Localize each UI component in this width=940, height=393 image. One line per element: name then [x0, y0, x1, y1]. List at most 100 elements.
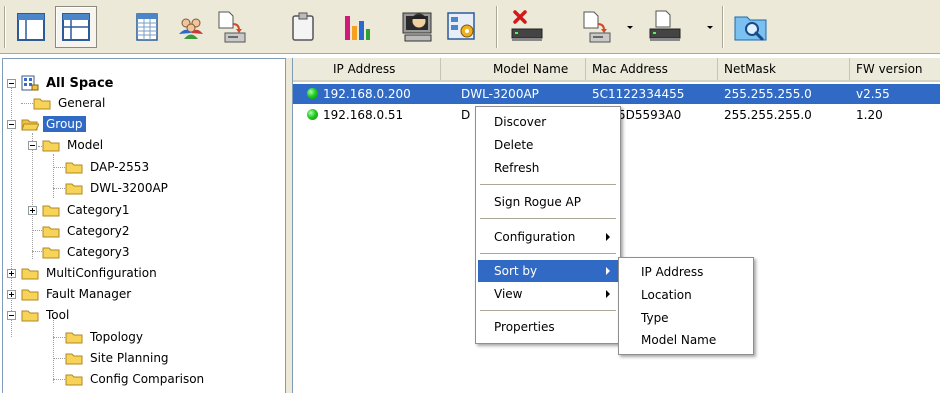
column-header-fw-version[interactable]: FW version — [850, 58, 940, 80]
tree-expand-toggle[interactable] — [7, 290, 16, 299]
menu-item-label: Type — [641, 311, 669, 325]
tree-guide-line — [32, 133, 33, 259]
tree-node-dwl-3200ap[interactable]: DWL-3200AP — [65, 178, 171, 198]
folder-icon — [65, 160, 83, 174]
tree-node-label: General — [58, 96, 106, 110]
column-header-model-name[interactable]: Model Name — [441, 58, 586, 80]
status-online-icon — [307, 88, 318, 99]
tree-node-group[interactable]: Group — [21, 114, 86, 134]
tree-node-category3[interactable]: Category3 — [42, 242, 132, 262]
tree-pane[interactable]: All Space General Group Model DAP-2553 D… — [2, 58, 286, 393]
fw-version-cell: 1.20 — [856, 108, 883, 122]
menu-item-label: Configuration — [494, 230, 576, 244]
folder-icon — [42, 138, 60, 152]
open-folder-icon — [21, 117, 40, 131]
tree-collapse-toggle[interactable] — [7, 79, 16, 88]
bar-chart-button[interactable] — [336, 6, 378, 48]
bar-chart-icon — [345, 16, 370, 40]
menu-item-label: Sign Rogue AP — [494, 195, 581, 209]
table-row[interactable]: 192.168.0.200 DWL-3200AP 5C1122334455 25… — [293, 84, 940, 104]
device-dropdown-arrow[interactable] — [705, 20, 715, 34]
tree-node-tool[interactable]: Tool — [21, 305, 72, 325]
spreadsheet-button[interactable] — [126, 6, 168, 48]
menu-item-discover[interactable]: Discover — [478, 111, 618, 133]
submenu-arrow-icon — [606, 267, 610, 275]
toolbar-separator — [496, 6, 498, 48]
config-tool-button[interactable] — [441, 6, 483, 48]
upload-file-icon — [583, 11, 611, 43]
tree-node-label: Fault Manager — [46, 287, 132, 301]
network-root-icon — [21, 75, 39, 91]
tree-node-label: Site Planning — [90, 351, 169, 365]
tree-node-topology[interactable]: Topology — [65, 327, 146, 347]
users-button[interactable] — [170, 6, 212, 48]
folder-icon — [42, 203, 60, 217]
tree-node-dap-2553[interactable]: DAP-2553 — [65, 157, 152, 177]
tree-node-label: Config Comparison — [90, 372, 205, 386]
folder-search-button[interactable] — [730, 6, 772, 48]
layout-one-pane-button[interactable] — [10, 6, 52, 48]
tree-expand-toggle[interactable] — [28, 206, 37, 215]
clipboard-icon — [292, 12, 314, 41]
sort-option-type[interactable]: Type — [621, 307, 751, 329]
menu-separator — [480, 253, 616, 254]
tree-node-multiconfiguration[interactable]: MultiConfiguration — [21, 263, 160, 283]
menu-separator — [480, 184, 616, 185]
tree-collapse-toggle[interactable] — [28, 141, 37, 150]
toolbar-grip[interactable] — [4, 6, 6, 48]
monitor-person-button[interactable] — [398, 6, 440, 48]
toolbar-separator — [722, 6, 724, 48]
tree-collapse-toggle[interactable] — [7, 120, 16, 129]
clipboard-button[interactable] — [282, 6, 324, 48]
upload-file-dropdown-arrow[interactable] — [625, 20, 635, 34]
context-menu: Discover Delete Refresh Sign Rogue AP Co… — [475, 106, 621, 344]
menu-item-sign-rogue-ap[interactable]: Sign Rogue AP — [478, 191, 618, 213]
tree-node-category2[interactable]: Category2 — [42, 221, 132, 241]
sort-option-ip-address[interactable]: IP Address — [621, 261, 751, 283]
menu-item-properties[interactable]: Properties — [478, 316, 618, 338]
layout-one-pane-icon — [17, 13, 45, 41]
tree-collapse-toggle[interactable] — [7, 311, 16, 320]
menu-item-view[interactable]: View — [478, 283, 618, 305]
tree-node-site-planning[interactable]: Site Planning — [65, 348, 172, 368]
tree-guide-line — [53, 358, 65, 359]
tree-node-label: Tool — [46, 308, 70, 322]
mac-address-cell: 5D5593A0 — [618, 108, 682, 122]
sort-option-model-name[interactable]: Model Name — [621, 329, 751, 351]
tree-node-general[interactable]: General — [33, 93, 108, 113]
column-header-ip-address[interactable]: IP Address — [293, 58, 441, 80]
tree-node-all-space[interactable]: All Space — [21, 73, 116, 93]
tree-node-fault-manager[interactable]: Fault Manager — [21, 284, 134, 304]
tree-guide-line — [21, 103, 33, 104]
status-online-icon — [307, 109, 318, 120]
layout-two-pane-icon — [62, 13, 90, 41]
device-button[interactable] — [644, 6, 686, 48]
menu-item-sort-by[interactable]: Sort by — [478, 260, 618, 282]
column-header-netmask[interactable]: NetMask — [718, 58, 850, 80]
menu-item-delete[interactable]: Delete — [478, 134, 618, 156]
spreadsheet-icon — [136, 13, 158, 41]
menu-item-refresh[interactable]: Refresh — [478, 157, 618, 179]
tree-node-config-comparison[interactable]: Config Comparison — [65, 369, 207, 389]
layout-two-pane-button[interactable] — [55, 6, 97, 48]
menu-separator — [480, 218, 616, 219]
monitor-person-icon — [402, 12, 432, 42]
tree-expand-toggle[interactable] — [7, 269, 16, 278]
users-icon — [179, 18, 203, 39]
sort-by-submenu: IP Address Location Type Model Name — [618, 257, 754, 355]
tree-node-category1[interactable]: Category1 — [42, 200, 132, 220]
menu-item-configuration[interactable]: Configuration — [478, 226, 618, 248]
copy-to-device-button[interactable] — [211, 6, 253, 48]
model-name-cell: DWL-3200AP — [461, 87, 539, 101]
tree-node-label: Group — [43, 116, 86, 132]
upload-file-button[interactable] — [576, 6, 618, 48]
folder-icon — [42, 245, 60, 259]
delete-device-icon — [511, 10, 543, 41]
column-header-mac-address[interactable]: Mac Address — [586, 58, 718, 80]
folder-icon — [21, 308, 39, 322]
submenu-arrow-icon — [606, 290, 610, 298]
sort-option-location[interactable]: Location — [621, 284, 751, 306]
tree-node-model[interactable]: Model — [42, 135, 106, 155]
tree-node-label: DAP-2553 — [90, 160, 150, 174]
delete-device-button[interactable] — [506, 6, 548, 48]
